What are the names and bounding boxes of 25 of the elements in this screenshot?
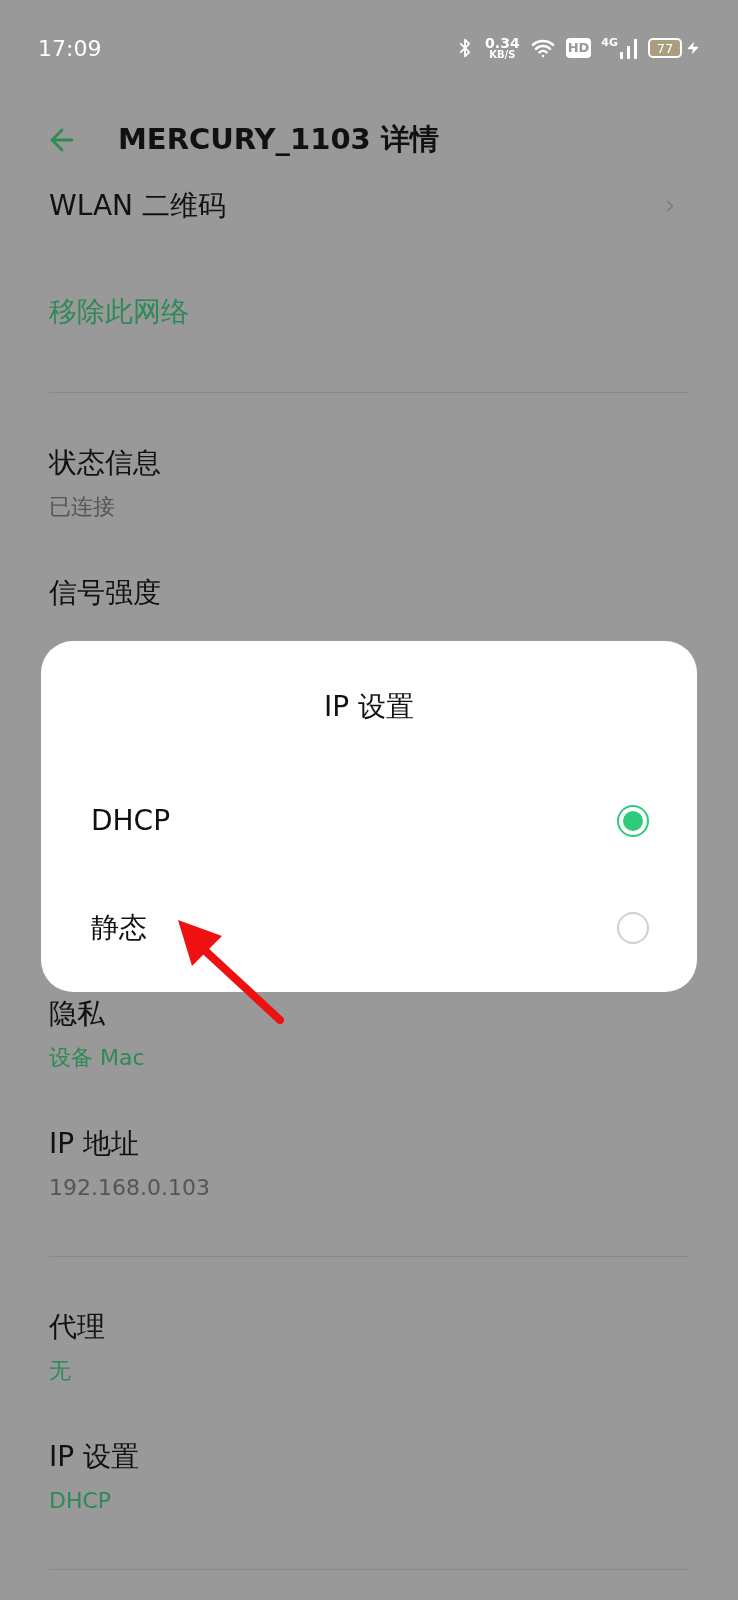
network-speed: 0.34 [485, 36, 520, 50]
row-value: 192.168.0.103 [49, 1174, 211, 1202]
page-title: MERCURY_1103 详情 [118, 121, 439, 159]
radio-button[interactable] [617, 804, 649, 837]
battery-indicator: 77 [648, 38, 682, 58]
row-title[interactable]: IP 地址 [49, 1124, 738, 1164]
row-title[interactable]: WLAN 二维码 [49, 186, 226, 226]
row-title[interactable]: 信号强度 [49, 573, 738, 613]
row-title[interactable]: 隐私 [49, 994, 738, 1034]
row-value: DHCP [49, 1487, 113, 1515]
row-title[interactable]: 状态信息 [49, 443, 738, 483]
row-title[interactable]: 代理 [49, 1307, 738, 1347]
row-title[interactable]: IP 设置 [49, 1437, 738, 1477]
network-type: 4G [601, 37, 618, 48]
row-value: 无 [49, 1357, 72, 1385]
hd-badge: HD [565, 38, 592, 58]
status-time: 17:09 [38, 34, 102, 63]
radio-option[interactable]: DHCP [41, 767, 697, 874]
row-value: 已连接 [49, 493, 116, 521]
dialog-title: IP 设置 [323, 689, 414, 725]
speed-unit: KB/S [489, 50, 516, 60]
radio-button[interactable] [617, 911, 649, 944]
signal-icon [620, 37, 638, 59]
row-value: 设备 Mac [49, 1044, 146, 1072]
radio-option[interactable]: 静态 [41, 874, 697, 981]
